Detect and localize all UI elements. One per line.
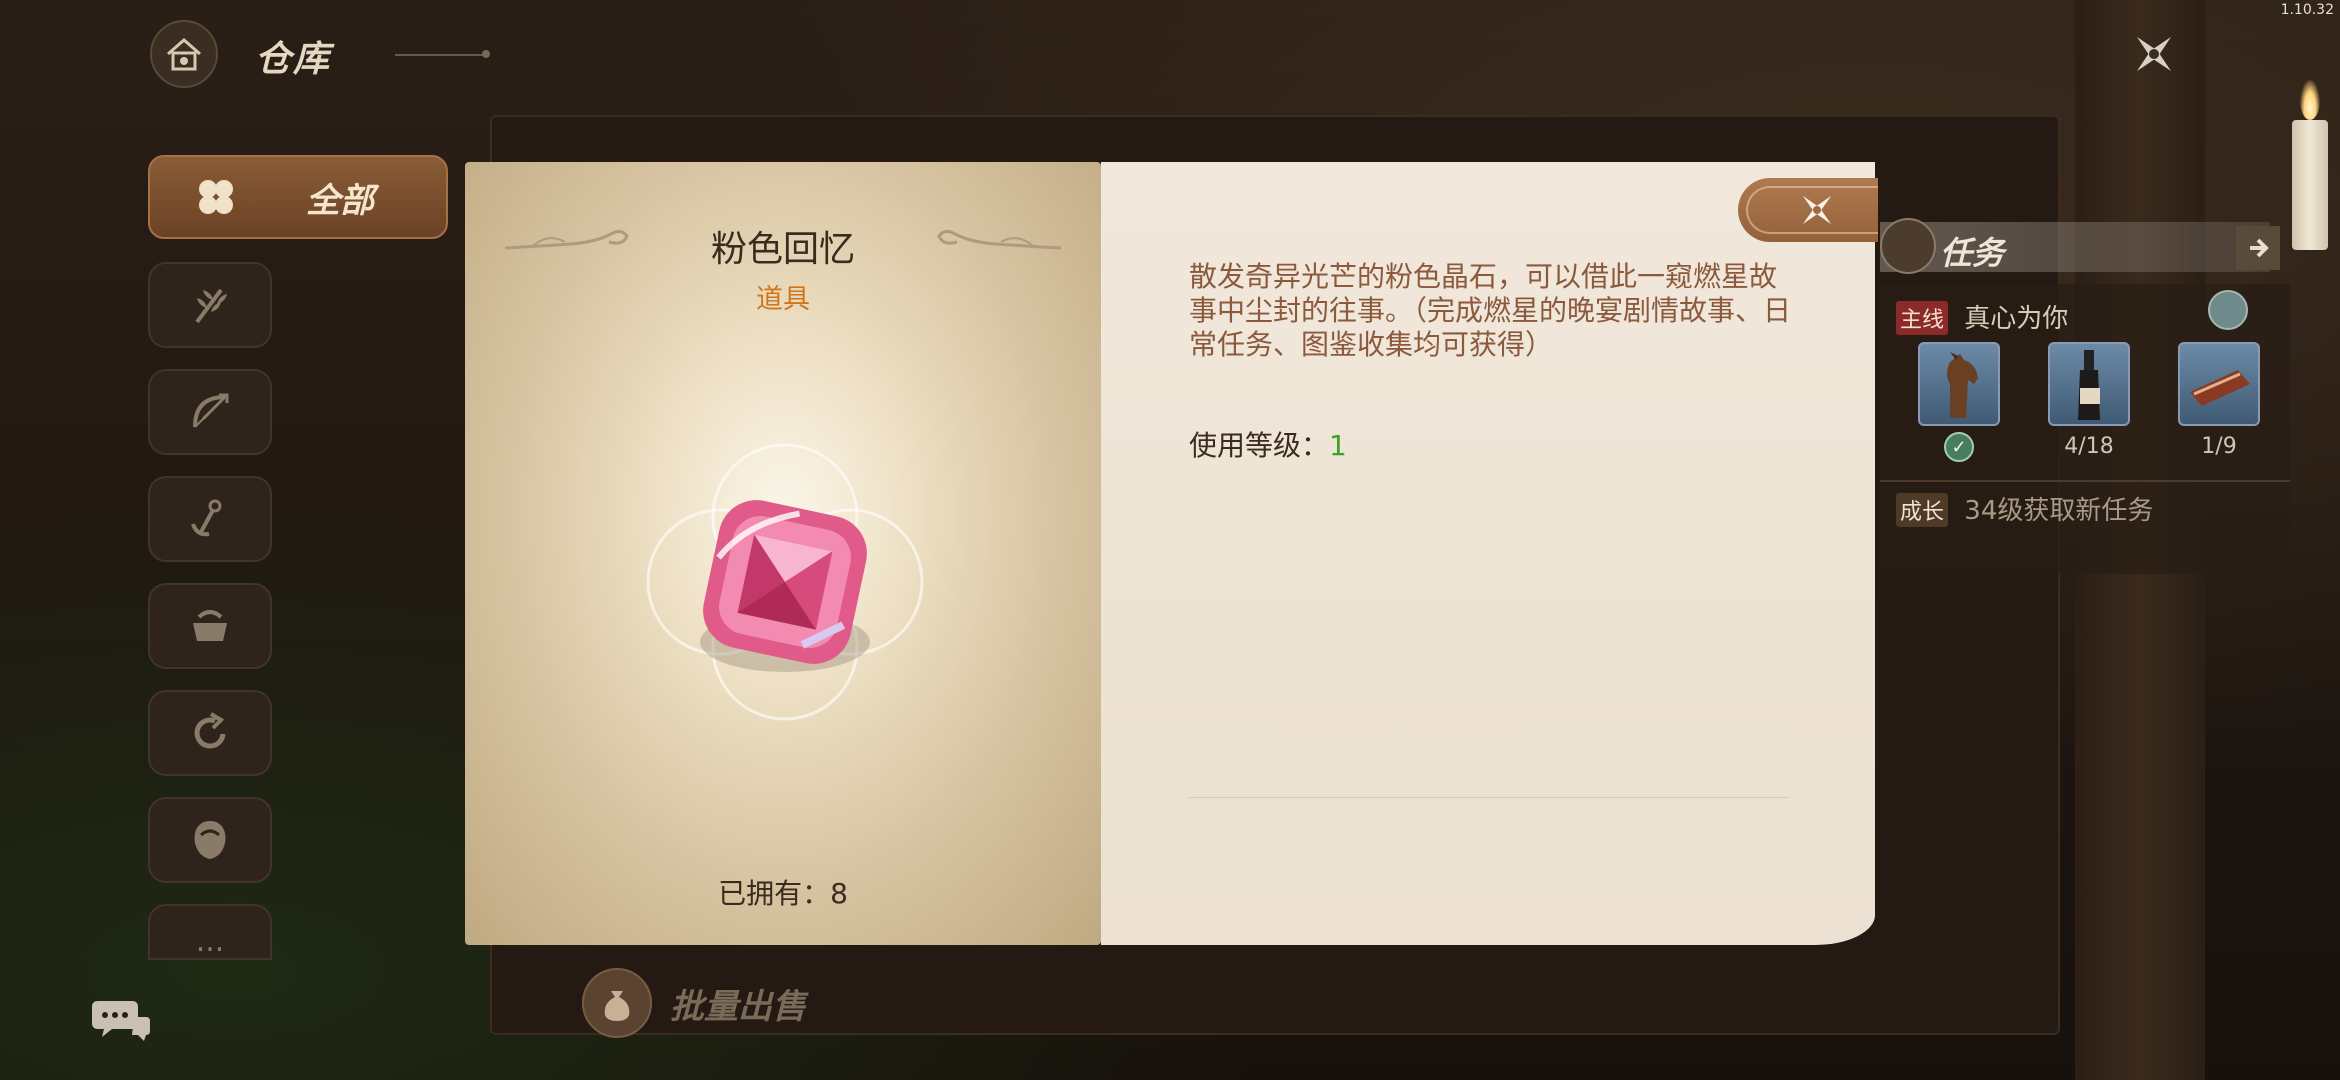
category-cooking-button[interactable] (148, 583, 272, 669)
info-divider (1189, 797, 1789, 798)
category-all-button[interactable]: 全部 (148, 155, 448, 239)
task-body: 主线 真心为你 ✓ 4/18 1/9 成长 34级获取新任务 (1880, 284, 2290, 574)
item-preview-card: 粉色回忆 道具 已拥有：8 (465, 162, 1101, 945)
pink-gem-icon (646, 443, 924, 721)
item-image (615, 412, 955, 752)
main-quest-row[interactable]: 主线 真心为你 (1896, 298, 2068, 335)
top-bar: 仓库 (0, 0, 2340, 110)
close-icon (1802, 195, 1832, 225)
anchor-icon (191, 499, 222, 537)
category-outfit-button[interactable] (148, 797, 272, 883)
batch-sell-button[interactable]: 批量出售 (582, 968, 806, 1038)
title-divider (395, 54, 485, 56)
main-quest-name: 真心为你 (1964, 304, 2069, 334)
task-item-wine-count: 4/18 (2064, 434, 2114, 459)
task-expand-button[interactable] (2236, 226, 2280, 270)
owned-count: 已拥有：8 (718, 877, 848, 910)
category-more-button[interactable]: ... (148, 904, 272, 960)
head-icon (194, 821, 226, 859)
growth-text: 34级获取新任务 (1964, 496, 2154, 526)
batch-sell-label: 批量出售 (670, 986, 806, 1027)
task-divider (1880, 480, 2290, 482)
growth-tag: 成长 (1896, 493, 1949, 527)
item-detail-modal: 粉色回忆 道具 已拥有：8 散发奇异光芒的粉色晶石，可以借此一窥燃星故事中尘封的… (465, 162, 1878, 945)
category-weapons-button[interactable] (148, 369, 272, 455)
title-dot (482, 50, 490, 58)
horse-icon (1947, 352, 1978, 418)
growth-quest-row: 成长 34级获取新任务 (1896, 490, 2153, 527)
modal-close-button[interactable] (1738, 178, 1878, 242)
chat-bubble-icon (92, 1001, 150, 1041)
home-icon (167, 38, 201, 71)
arrow-right-icon (2250, 238, 2269, 258)
chat-button[interactable] (92, 995, 152, 1045)
exit-button[interactable] (2122, 22, 2186, 86)
item-type: 道具 (756, 284, 810, 315)
refresh-icon (194, 712, 226, 749)
main-quest-tag: 主线 (1896, 301, 1949, 335)
more-icon: ... (195, 923, 225, 959)
task-item-meat[interactable] (2178, 342, 2260, 426)
close-star-icon (2137, 37, 2171, 71)
bow-icon (193, 393, 229, 428)
category-all-label: 全部 (306, 180, 374, 221)
money-bag-icon (582, 968, 652, 1038)
candle (2292, 120, 2328, 250)
meat-icon (2190, 370, 2250, 406)
item-info-card: 散发奇异光芒的粉色晶石，可以借此一窥燃星故事中尘封的往事。（完成燃星的晚宴剧情故… (1101, 162, 1875, 945)
npc-avatar (2208, 290, 2248, 330)
task-item-horse[interactable] (1918, 342, 2000, 426)
four-petal-icon (186, 175, 246, 219)
task-item-wine[interactable] (2048, 342, 2130, 426)
task-title: 任务 (1940, 234, 2005, 272)
category-misc-button[interactable] (148, 690, 272, 776)
pot-icon (193, 610, 227, 641)
task-item-meat-count: 1/9 (2201, 434, 2237, 459)
category-crops-button[interactable] (148, 262, 272, 348)
home-button[interactable] (150, 20, 218, 88)
check-icon: ✓ (1944, 432, 1974, 462)
item-description: 散发奇异光芒的粉色晶石，可以借此一窥燃星故事中尘封的往事。（完成燃星的晚宴剧情故… (1189, 260, 1792, 361)
wheat-icon (195, 288, 227, 324)
category-fishing-button[interactable] (148, 476, 272, 562)
page-title: 仓库 (255, 39, 332, 80)
task-header[interactable]: 任务 (1880, 218, 2280, 274)
task-icon (1880, 218, 1936, 274)
wine-bottle-icon (2078, 350, 2100, 420)
use-level-label: 使用等级： (1189, 429, 1330, 462)
item-name: 粉色回忆 (710, 229, 855, 270)
use-level: 使用等级：1 (1189, 424, 1347, 464)
use-level-value: 1 (1329, 429, 1347, 462)
